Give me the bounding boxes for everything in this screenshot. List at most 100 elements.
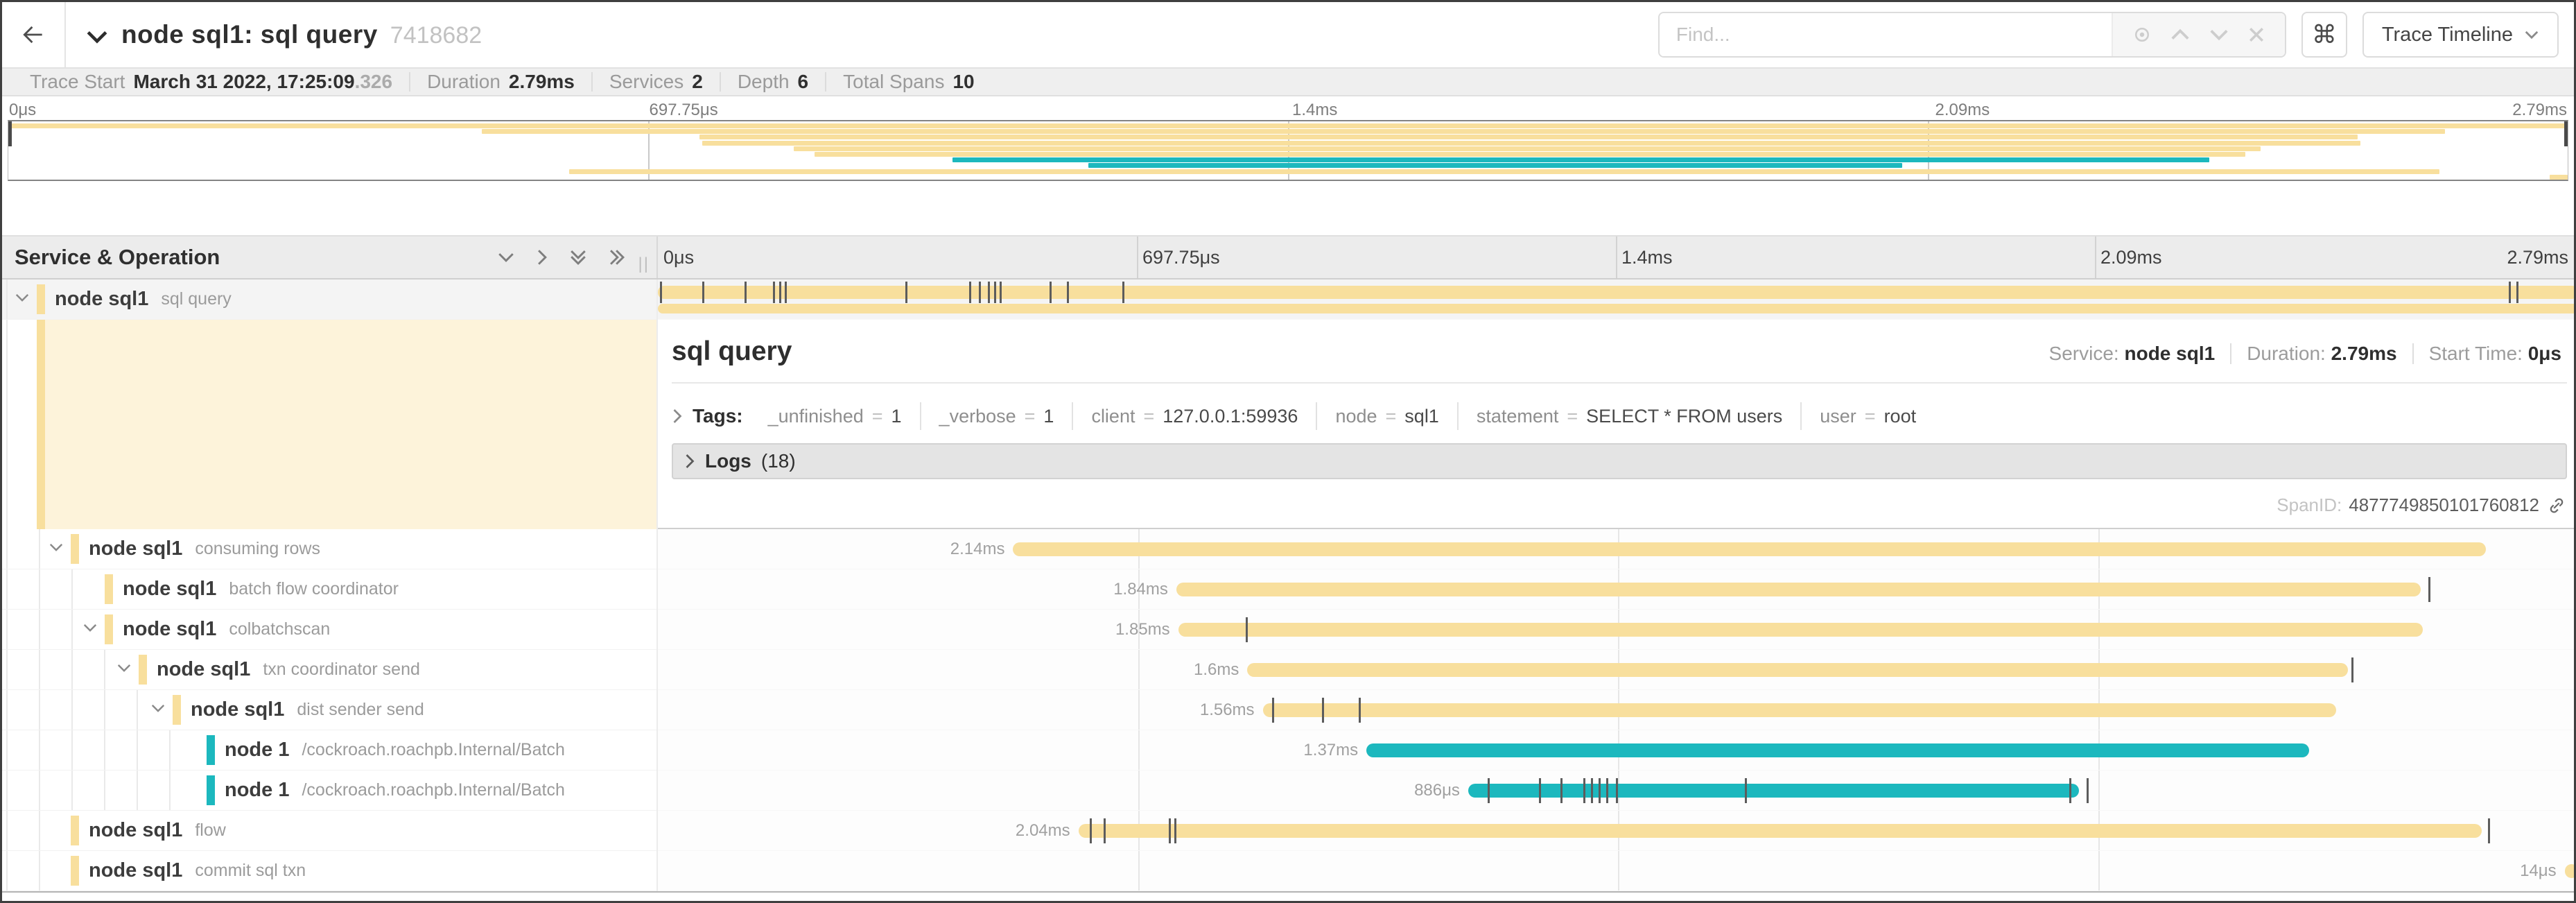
trace-timeline-label: Trace Timeline <box>2382 24 2513 46</box>
span-bar-row[interactable]: 2.14ms <box>658 529 2576 569</box>
tag-pill[interactable]: node=sql1 <box>1317 402 1458 430</box>
span-bar-row[interactable]: 886μs <box>658 771 2576 811</box>
span-color-accent <box>173 695 181 725</box>
tag-value: sql1 <box>1404 406 1439 427</box>
log-tick <box>2516 282 2518 303</box>
tag-pill[interactable]: statement=SELECT * FROM users <box>1459 402 1802 430</box>
span-detail-meta: Service: node sql1 Duration: 2.79ms Star… <box>2049 343 2561 365</box>
logs-row[interactable]: Logs (18) <box>672 443 2567 479</box>
tree-row[interactable]: node sql1commit sql txn <box>2 851 656 891</box>
link-icon[interactable] <box>2546 495 2567 516</box>
expand-one-icon[interactable] <box>536 248 548 266</box>
tag-pill[interactable]: user=root <box>1802 402 1934 430</box>
spanid-label: SpanID: <box>2277 495 2342 516</box>
span-bar[interactable] <box>2565 864 2576 878</box>
tree-row[interactable]: node 1/cockroach.roachpb.Internal/Batch <box>2 771 656 811</box>
indent-guide <box>137 690 138 730</box>
collapse-trace-chevron-icon[interactable] <box>85 28 109 45</box>
ruler-tick-label: 2.09ms <box>2100 247 2162 268</box>
span-expander-chevron-icon[interactable] <box>82 623 98 636</box>
span-tree-column: node sql1sql query node sql1consuming ro… <box>2 280 658 891</box>
column-resizer-handle[interactable]: || <box>638 255 650 274</box>
span-rows-area: node sql1sql query node sql1consuming ro… <box>2 280 2576 891</box>
tags-label: Tags: <box>693 405 743 427</box>
span-operation-name: commit sql txn <box>195 861 306 881</box>
span-bar[interactable] <box>658 286 2576 299</box>
indent-guide <box>104 650 105 689</box>
tree-row[interactable]: node 1/cockroach.roachpb.Internal/Batch <box>2 730 656 771</box>
summary-total-spans: Total Spans10 <box>826 72 991 92</box>
tags-row[interactable]: Tags: _unfinished=1_verbose=1client=127.… <box>672 399 2567 433</box>
log-tick <box>979 282 981 303</box>
tree-row[interactable]: node sql1sql query <box>2 280 656 320</box>
minimap-span <box>2550 175 2568 180</box>
minimap-right-scrubber[interactable] <box>2564 121 2568 146</box>
log-tick <box>1000 282 1002 303</box>
tree-row[interactable]: node sql1flow <box>2 811 656 851</box>
tree-row[interactable]: node sql1batch flow coordinator <box>2 569 656 610</box>
log-tick <box>2087 778 2089 803</box>
collapse-all-icon[interactable] <box>569 248 587 266</box>
span-bar[interactable] <box>1178 623 2423 637</box>
chevron-down-icon <box>2524 30 2539 40</box>
tree-row[interactable]: node sql1colbatchscan <box>2 610 656 650</box>
trace-timeline-dropdown[interactable]: Trace Timeline <box>2362 12 2559 58</box>
span-color-accent <box>71 534 79 564</box>
span-bar-row[interactable]: 1.84ms <box>658 569 2576 610</box>
log-tick <box>702 282 704 303</box>
minimap-span <box>952 157 2209 162</box>
minimap-canvas[interactable] <box>8 120 2568 181</box>
span-bar[interactable] <box>1247 663 2347 677</box>
span-bar-row[interactable] <box>658 280 2576 320</box>
span-bar-row[interactable]: 1.6ms <box>658 650 2576 690</box>
log-tick <box>1122 282 1124 303</box>
span-bar-row[interactable]: 1.56ms <box>658 690 2576 730</box>
ruler-gridline <box>1616 237 1617 278</box>
tree-row[interactable]: node sql1dist sender send <box>2 690 656 730</box>
tag-pill[interactable]: client=127.0.0.1:59936 <box>1073 402 1317 430</box>
minimap-left-scrubber[interactable] <box>8 121 12 146</box>
span-bar-row[interactable]: 2.04ms <box>658 811 2576 851</box>
indent-guide <box>71 771 73 810</box>
span-bar[interactable] <box>1013 542 2486 556</box>
indent-guide <box>6 569 8 609</box>
minimap-tick-label: 0μs <box>9 101 36 120</box>
keyboard-shortcuts-button[interactable]: ⌘ <box>2301 12 2347 58</box>
log-tick <box>1090 818 1092 843</box>
find-prev-icon[interactable] <box>2170 24 2191 45</box>
tag-equals: = <box>1567 406 1578 427</box>
span-bar-row[interactable]: 14μs <box>658 851 2576 891</box>
find-suffix-controls <box>2112 13 2285 56</box>
page-bottom-border <box>2 891 2574 893</box>
span-bar-row[interactable]: 1.85ms <box>658 610 2576 650</box>
locate-icon[interactable] <box>2132 24 2152 45</box>
expand-all-icon[interactable] <box>608 248 626 266</box>
span-bar[interactable] <box>1366 743 2309 757</box>
span-expander-chevron-icon[interactable] <box>15 293 30 306</box>
minimap-span <box>1088 163 1902 168</box>
tag-key: user <box>1820 406 1856 427</box>
span-color-accent <box>71 816 79 845</box>
span-expander-chevron-icon[interactable] <box>49 542 64 556</box>
span-duration-label: 1.85ms <box>1115 620 1170 639</box>
span-bar-row[interactable]: 1.37ms <box>658 730 2576 771</box>
span-bar[interactable] <box>1263 703 2336 717</box>
tag-pill[interactable]: _unfinished=1 <box>750 402 921 430</box>
find-input[interactable] <box>1660 13 2112 56</box>
collapse-one-icon[interactable] <box>497 251 515 264</box>
indent-guide <box>6 280 8 319</box>
tag-pill[interactable]: _verbose=1 <box>921 402 1074 430</box>
back-button[interactable] <box>2 2 66 67</box>
span-operation-name: colbatchscan <box>229 619 330 639</box>
tree-row[interactable]: node sql1consuming rows <box>2 529 656 569</box>
header-toolbar: ⌘ Trace Timeline <box>1658 12 2559 58</box>
find-next-icon[interactable] <box>2209 24 2229 45</box>
tree-row[interactable]: node sql1txn coordinator send <box>2 650 656 690</box>
ruler-gridline <box>2095 237 2096 278</box>
span-expander-chevron-icon[interactable] <box>116 663 132 676</box>
span-bar[interactable] <box>1176 583 2421 596</box>
find-clear-icon[interactable] <box>2247 25 2266 44</box>
span-bar[interactable] <box>1079 824 2482 838</box>
span-color-accent <box>105 574 113 604</box>
span-expander-chevron-icon[interactable] <box>150 703 166 716</box>
